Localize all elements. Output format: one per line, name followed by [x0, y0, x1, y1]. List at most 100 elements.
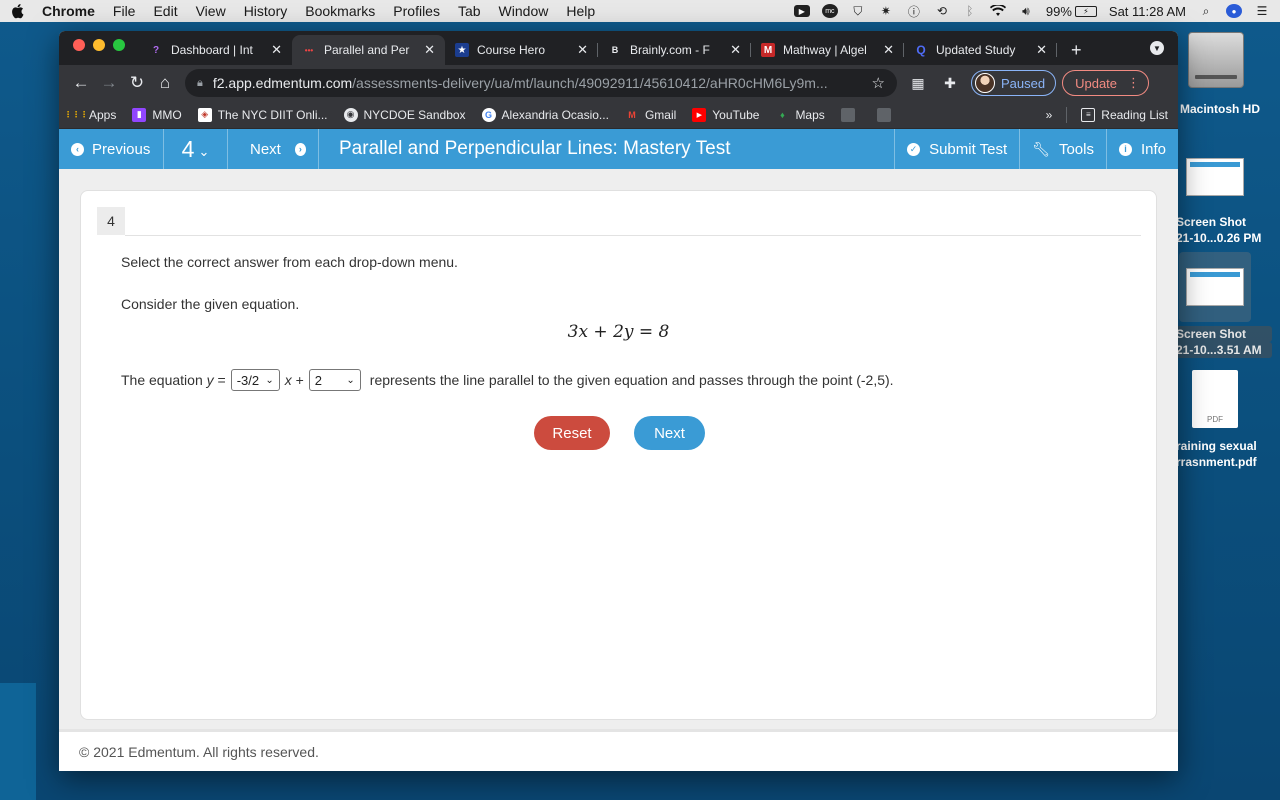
answer-suffix: represents the line parallel to the give…: [369, 372, 894, 388]
bookmark-alexandria[interactable]: G Alexandria Ocasio...: [481, 107, 609, 122]
chevron-down-icon: ⌄: [198, 144, 210, 159]
menu-app-name[interactable]: Chrome: [42, 3, 95, 19]
back-arrow-icon[interactable]: ←: [67, 69, 95, 97]
info-circle-icon[interactable]: ⓘ: [906, 4, 922, 19]
bookmark-blank-1[interactable]: [840, 107, 861, 122]
roblox-icon: [876, 107, 891, 122]
bookmark-label: YouTube: [712, 107, 760, 122]
menu-window[interactable]: Window: [499, 3, 549, 19]
question-selector[interactable]: 4 ⌄: [164, 129, 228, 169]
bookmark-maps[interactable]: ♦ Maps: [775, 107, 825, 122]
tab-brainly[interactable]: B Brainly.com - F ✕: [598, 35, 751, 65]
submit-test-button[interactable]: ✓ Submit Test: [894, 129, 1019, 169]
bookmark-label: The NYC DIIT Onli...: [217, 107, 328, 122]
forward-arrow-icon[interactable]: →: [95, 69, 123, 97]
tab-parallel-perpendicular[interactable]: ••• Parallel and Per ✕: [292, 35, 445, 65]
maximize-window-button[interactable]: [113, 39, 125, 51]
bookmark-apps[interactable]: ⋮⋮⋮ Apps: [64, 108, 116, 122]
info-button[interactable]: i Info: [1105, 129, 1178, 169]
battery-indicator[interactable]: 99% ⚡: [1046, 4, 1097, 19]
tab-updated-study[interactable]: Q Updated Study ✕: [904, 35, 1057, 65]
tab-dashboard[interactable]: ? Dashboard | Int ✕: [139, 35, 292, 65]
bookmark-youtube[interactable]: ▶ YouTube: [692, 107, 760, 122]
close-tab-icon[interactable]: ✕: [424, 42, 435, 58]
menu-help[interactable]: Help: [566, 3, 595, 19]
reload-icon[interactable]: ↻: [123, 69, 151, 97]
close-tab-icon[interactable]: ✕: [1036, 42, 1047, 58]
zoom-video-icon[interactable]: ▶: [793, 5, 810, 17]
update-button[interactable]: Update ⋮: [1062, 70, 1150, 96]
youtube-icon: ▶: [692, 107, 707, 122]
apple-menu-icon[interactable]: [10, 3, 24, 19]
minimize-window-button[interactable]: [93, 39, 105, 51]
bookmark-label: Gmail: [644, 107, 677, 122]
browser-toolbar: ← → ↻ ⌂ 🔒︎ f2.app.edmentum.com/assessmen…: [59, 65, 1178, 101]
pdf-file-icon[interactable]: PDF: [1192, 370, 1238, 428]
reading-list-button[interactable]: ≡ Reading List: [1081, 107, 1168, 122]
bookmarks-right: » ≡ Reading List: [1046, 106, 1168, 123]
bookmark-star-icon[interactable]: ☆: [872, 74, 885, 92]
pdf-label-line2: rrasnment.pdf: [1176, 455, 1257, 469]
menu-profiles[interactable]: Profiles: [393, 3, 440, 19]
spotlight-search-icon[interactable]: ⌕: [1198, 4, 1214, 18]
close-tab-icon[interactable]: ✕: [883, 42, 894, 58]
hard-drive-icon[interactable]: [1188, 32, 1244, 88]
menu-edit[interactable]: Edit: [153, 3, 177, 19]
chevron-left-circle-icon: ‹: [71, 142, 84, 156]
user-avatar-icon[interactable]: ●: [1226, 4, 1242, 18]
bluetooth-icon[interactable]: ᛒ: [962, 4, 978, 18]
mc-status-icon[interactable]: mc: [821, 4, 838, 18]
question-divider: [125, 235, 1141, 236]
tools-button[interactable]: 🔧︎ Tools: [1019, 129, 1106, 169]
lock-icon[interactable]: 🔒︎: [197, 77, 203, 90]
next-nav-button[interactable]: Next ›: [228, 129, 319, 169]
control-center-icon[interactable]: ☰: [1254, 4, 1270, 18]
bookmark-nyc-diit[interactable]: ◈ The NYC DIIT Onli...: [197, 107, 328, 122]
home-icon[interactable]: ⌂: [151, 69, 179, 97]
shield-icon[interactable]: ⛉: [850, 4, 866, 18]
wifi-icon[interactable]: [989, 4, 1006, 18]
next-button[interactable]: Next: [634, 416, 705, 450]
screenshot-file-icon-selected[interactable]: [1186, 268, 1244, 306]
close-window-button[interactable]: [73, 39, 85, 51]
close-tab-icon[interactable]: ✕: [730, 42, 741, 58]
more-bookmarks-chevron-icon[interactable]: »: [1046, 108, 1053, 122]
menu-view[interactable]: View: [196, 3, 226, 19]
intercept-dropdown[interactable]: 2 ⌄: [308, 369, 361, 391]
volume-icon[interactable]: 🔊︎: [1018, 4, 1034, 18]
menubar-clock[interactable]: Sat 11:28 AM: [1109, 4, 1186, 19]
reading-list-icon: ≡: [1081, 107, 1096, 122]
profile-paused-button[interactable]: Paused: [971, 70, 1057, 96]
previous-button[interactable]: ‹ Previous: [59, 129, 164, 169]
tab-mathway[interactable]: M Mathway | Algel ✕: [751, 35, 904, 65]
close-tab-icon[interactable]: ✕: [577, 42, 588, 58]
new-tab-plus-icon[interactable]: +: [1071, 35, 1082, 65]
check-circle-icon: ✓: [907, 142, 921, 156]
tab-search-chevron-icon[interactable]: ▼: [1150, 41, 1164, 55]
bookmark-label: Maps: [795, 107, 825, 122]
tab-course-hero[interactable]: ★ Course Hero ✕: [445, 35, 598, 65]
time-machine-icon[interactable]: ⟲: [934, 4, 950, 18]
bookmark-nycdoe-sandbox[interactable]: ◉ NYCDOE Sandbox: [343, 107, 466, 122]
bookmark-mmo[interactable]: ▮ MMO: [132, 107, 182, 122]
menu-file[interactable]: File: [113, 3, 136, 19]
menu-history[interactable]: History: [244, 3, 288, 19]
bookmark-blank-2[interactable]: [876, 107, 897, 122]
address-bar[interactable]: 🔒︎ f2.app.edmentum.com/assessments-deliv…: [185, 69, 897, 97]
slope-dropdown[interactable]: -3/2 ⌄: [230, 369, 280, 391]
puzzle-extensions-icon[interactable]: ✚: [939, 72, 961, 94]
grid-extension-icon[interactable]: ▦: [907, 72, 929, 94]
menu-bookmarks[interactable]: Bookmarks: [305, 3, 375, 19]
bookmark-label: Alexandria Ocasio...: [501, 107, 609, 122]
assessment-toolbar: ‹ Previous 4 ⌄ Next › Parallel and Perpe…: [59, 129, 1178, 169]
tab-separator: [1056, 43, 1057, 57]
reset-button[interactable]: Reset: [534, 416, 610, 450]
update-label: Update: [1075, 75, 1118, 91]
bookmark-gmail[interactable]: M Gmail: [625, 108, 676, 122]
question-selector-number: 4: [181, 135, 195, 162]
close-tab-icon[interactable]: ✕: [271, 42, 282, 58]
tab-list: ? Dashboard | Int ✕ ••• Parallel and Per…: [139, 35, 1082, 65]
brightness-icon[interactable]: ✷: [878, 4, 894, 18]
menu-tab[interactable]: Tab: [458, 3, 481, 19]
screenshot-file-icon[interactable]: [1186, 158, 1244, 196]
